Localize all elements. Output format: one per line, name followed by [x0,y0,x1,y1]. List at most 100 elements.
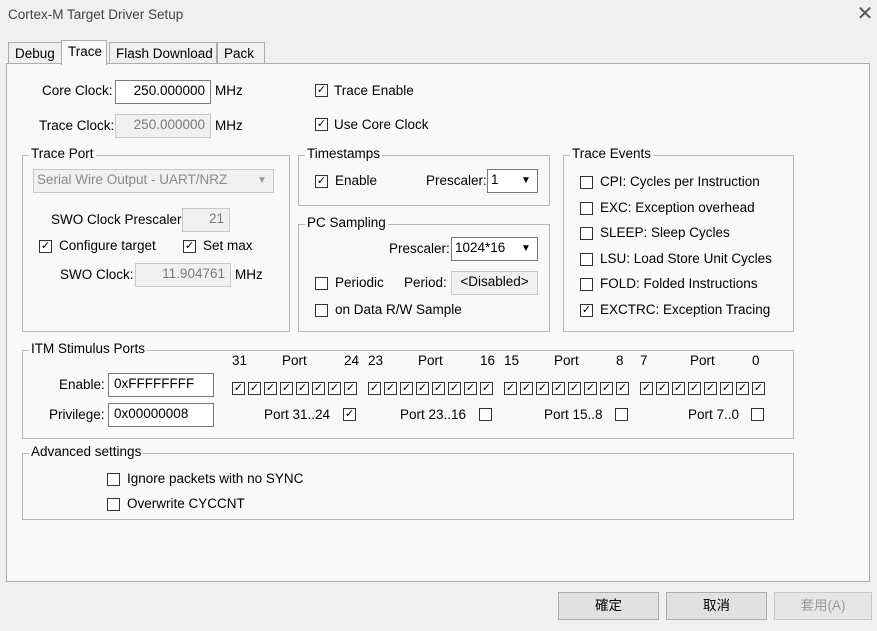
itm-privilege-group-checkbox[interactable] [751,408,764,421]
itm-port-25-checkbox[interactable]: ✓ [328,382,341,395]
timestamps-prescaler-select[interactable]: 1 ▼ [487,169,538,193]
itm-port-13-checkbox[interactable]: ✓ [536,382,549,395]
itm-stimulus-group: ITM Stimulus Ports Enable: 0xFFFFFFFF Pr… [22,341,794,439]
ignore-sync-checkbox[interactable] [107,473,120,486]
timestamps-title: Timestamps [305,146,383,161]
core-clock-input[interactable]: 250.000000 [115,80,211,104]
itm-port-21-checkbox[interactable]: ✓ [400,382,413,395]
itm-port-17-checkbox[interactable]: ✓ [464,382,477,395]
itm-port-0-checkbox[interactable]: ✓ [752,382,765,395]
itm-port-2-checkbox[interactable]: ✓ [720,382,733,395]
swo-prescaler-input: 21 [182,208,230,232]
timestamps-group: Timestamps ✓ Enable Prescaler: 1 ▼ [298,146,550,206]
ok-button[interactable]: 確定 [558,592,659,620]
itm-port-20-checkbox[interactable]: ✓ [416,382,429,395]
itm-port-4-checkbox[interactable]: ✓ [688,382,701,395]
trace-port-mode-value: Serial Wire Output - UART/NRZ [37,172,228,187]
itm-port-5-checkbox[interactable]: ✓ [672,382,685,395]
cancel-button[interactable]: 取消 [666,592,767,620]
set-max-checkbox[interactable]: ✓ [183,240,196,253]
advanced-title: Advanced settings [29,444,144,459]
chevron-down-icon: ▼ [521,243,531,254]
trace-events-title: Trace Events [570,146,654,161]
trace-port-mode-select: Serial Wire Output - UART/NRZ ▼ [33,169,274,193]
period-label: Period: [404,275,447,290]
itm-port-caption: Port [282,353,307,368]
exc-checkbox[interactable] [580,202,593,215]
pc-sampling-prescaler-select[interactable]: 1024*16 ▼ [451,237,538,261]
itm-port-caption: Port [690,353,715,368]
itm-port-12-checkbox[interactable]: ✓ [552,382,565,395]
overwrite-cyccnt-checkbox[interactable] [107,498,120,511]
itm-port-18-checkbox[interactable]: ✓ [448,382,461,395]
ignore-sync-label: Ignore packets with no SYNC [127,471,304,486]
itm-port-30-checkbox[interactable]: ✓ [248,382,261,395]
itm-privilege-group-checkbox[interactable] [615,408,628,421]
itm-port-27-checkbox[interactable]: ✓ [296,382,309,395]
close-icon[interactable]: ✕ [855,4,875,24]
itm-port-hi-label: 7 [640,353,648,368]
itm-port-22-checkbox[interactable]: ✓ [384,382,397,395]
periodic-checkbox[interactable] [315,277,328,290]
configure-target-label: Configure target [59,238,156,253]
tab-debug[interactable]: Debug [8,42,62,64]
itm-port-caption: Port [554,353,579,368]
itm-port-lo-label: 24 [344,353,360,368]
trace-enable-checkbox[interactable]: ✓ [315,84,328,97]
tab-trace[interactable]: Trace [61,40,107,65]
exctrc-checkbox[interactable]: ✓ [580,304,593,317]
itm-port-14-checkbox[interactable]: ✓ [520,382,533,395]
itm-privilege-group-label: Port 7..0 [688,407,740,422]
itm-port-29-checkbox[interactable]: ✓ [264,382,277,395]
timestamps-enable-label: Enable [335,173,378,188]
itm-port-16-checkbox[interactable]: ✓ [480,382,493,395]
itm-port-10-checkbox[interactable]: ✓ [584,382,597,395]
trace-clock-label: Trace Clock: [39,118,115,133]
itm-port-11-checkbox[interactable]: ✓ [568,382,581,395]
itm-port-lo-label: 16 [480,353,496,368]
period-input: <Disabled> [451,271,538,295]
itm-enable-input[interactable]: 0xFFFFFFFF [108,373,214,397]
itm-port-3-checkbox[interactable]: ✓ [704,382,717,395]
data-rw-sample-checkbox[interactable] [315,304,328,317]
use-core-clock-label: Use Core Clock [334,117,429,132]
itm-port-31-checkbox[interactable]: ✓ [232,382,245,395]
timestamps-prescaler-value: 1 [491,172,499,187]
itm-privilege-input[interactable]: 0x00000008 [108,403,214,427]
use-core-clock-checkbox[interactable]: ✓ [315,118,328,131]
itm-port-lo-label: 0 [752,353,760,368]
fold-checkbox[interactable] [580,278,593,291]
itm-port-7-checkbox[interactable]: ✓ [640,382,653,395]
timestamps-enable-checkbox[interactable]: ✓ [315,175,328,188]
itm-privilege-label: Privilege: [49,407,105,422]
itm-port-8-checkbox[interactable]: ✓ [616,382,629,395]
itm-privilege-group-checkbox[interactable] [479,408,492,421]
itm-port-24-checkbox[interactable]: ✓ [344,382,357,395]
pc-sampling-prescaler-value: 1024*16 [455,240,506,255]
itm-port-6-checkbox[interactable]: ✓ [656,382,669,395]
chevron-down-icon: ▼ [521,175,531,186]
itm-port-9-checkbox[interactable]: ✓ [600,382,613,395]
tab-pack[interactable]: Pack [217,42,265,64]
swo-clock-label: SWO Clock: [60,267,134,282]
itm-port-26-checkbox[interactable]: ✓ [312,382,325,395]
exc-label: EXC: Exception overhead [600,200,755,215]
itm-enable-label: Enable: [59,377,105,392]
itm-port-23-checkbox[interactable]: ✓ [368,382,381,395]
lsu-checkbox[interactable] [580,253,593,266]
itm-privilege-group-checkbox[interactable]: ✓ [343,408,356,421]
itm-privilege-group-label: Port 15..8 [544,407,603,422]
trace-enable-label: Trace Enable [334,83,414,98]
tab-flash-download[interactable]: Flash Download [109,42,217,64]
itm-port-19-checkbox[interactable]: ✓ [432,382,445,395]
configure-target-checkbox[interactable]: ✓ [39,240,52,253]
cpi-checkbox[interactable] [580,176,593,189]
sleep-checkbox[interactable] [580,227,593,240]
fold-label: FOLD: Folded Instructions [600,276,758,291]
itm-port-15-checkbox[interactable]: ✓ [504,382,517,395]
lsu-label: LSU: Load Store Unit Cycles [600,251,772,266]
swo-prescaler-label: SWO Clock Prescaler: [51,212,186,227]
itm-port-1-checkbox[interactable]: ✓ [736,382,749,395]
itm-port-28-checkbox[interactable]: ✓ [280,382,293,395]
trace-port-group: Trace Port Serial Wire Output - UART/NRZ… [22,146,290,332]
